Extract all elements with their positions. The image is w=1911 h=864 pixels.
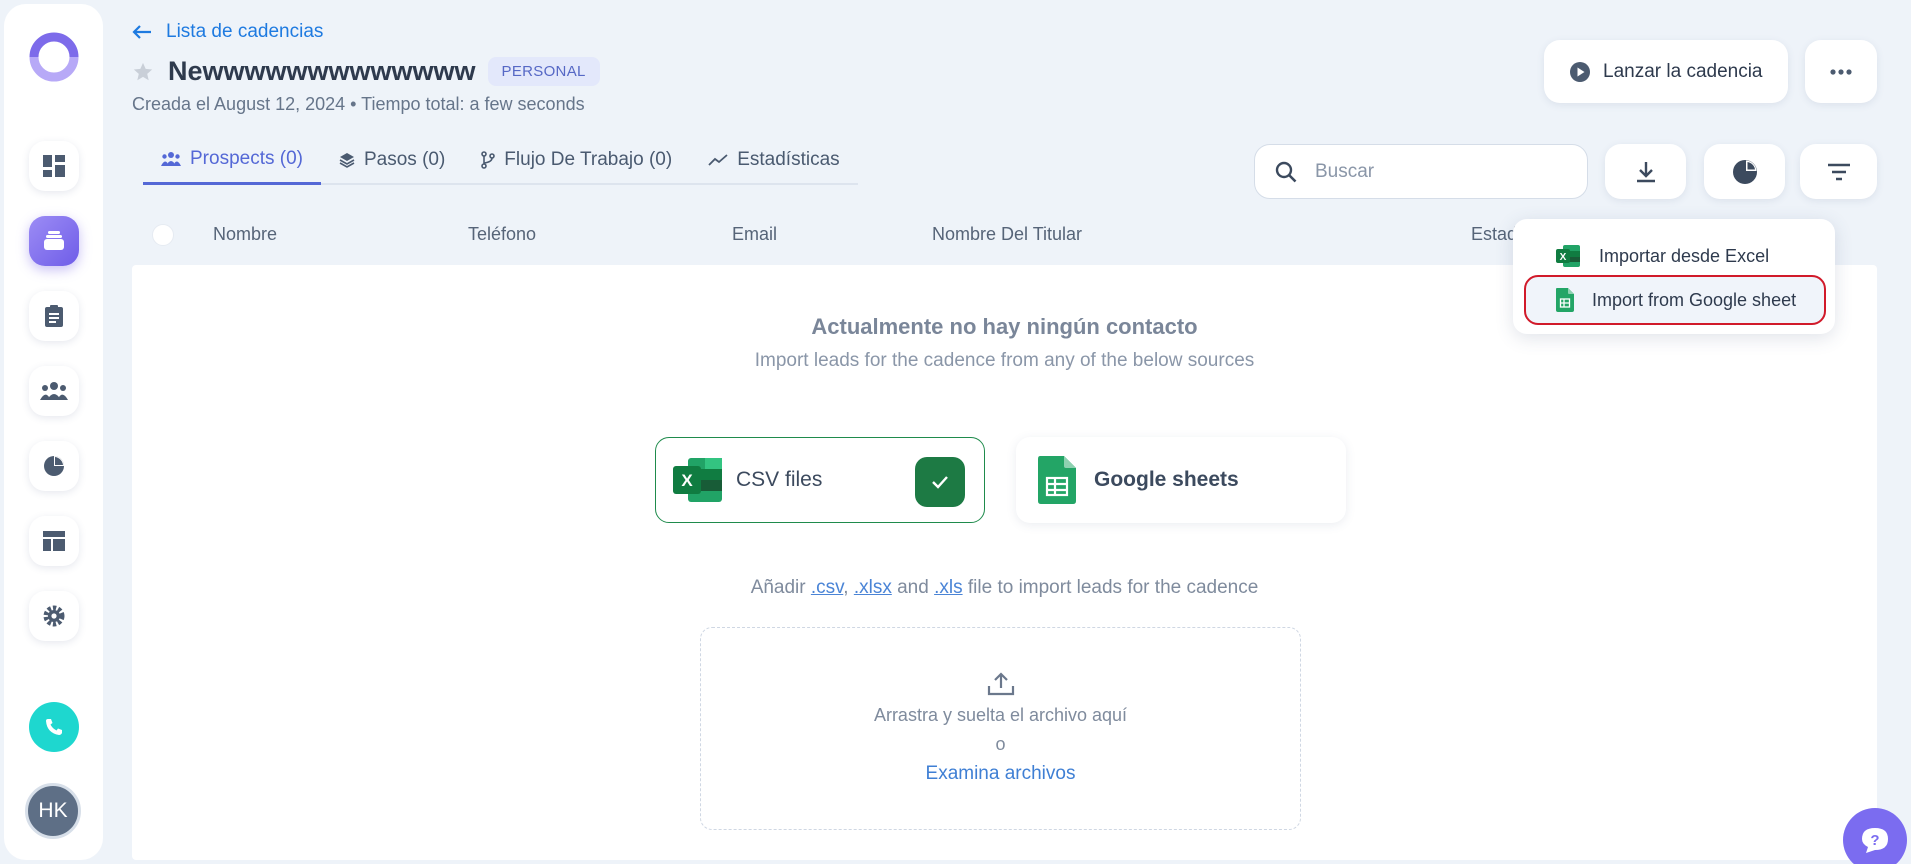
more-options-button[interactable] xyxy=(1805,40,1877,103)
dashboard-icon xyxy=(43,155,65,177)
hint-and: and xyxy=(897,577,929,598)
tab-prospects-label: Prospects (0) xyxy=(190,148,303,169)
call-button[interactable] xyxy=(29,702,79,752)
source-card-google-sheets-label: Google sheets xyxy=(1094,468,1239,491)
launch-cadence-label: Lanzar la cadencia xyxy=(1603,60,1763,82)
tab-steps-label: Pasos (0) xyxy=(363,148,446,170)
hint-prefix: Añadir xyxy=(750,577,806,598)
stats-button[interactable] xyxy=(1704,144,1785,199)
pie-chart-icon xyxy=(1732,159,1757,184)
menu-item-import-google-sheet[interactable]: Import from Google sheet xyxy=(1524,275,1826,325)
clipboard-icon xyxy=(45,305,63,327)
help-button[interactable]: ? xyxy=(1843,808,1907,864)
more-horizontal-icon xyxy=(1830,68,1852,75)
page-subtitle: Creada el August 12, 2024 • Tiempo total… xyxy=(132,94,585,114)
hint-suffix: file to import leads for the cadence xyxy=(967,577,1259,598)
menu-item-import-excel-label: Importar desde Excel xyxy=(1599,245,1770,266)
column-header-owner[interactable]: Nombre Del Titular xyxy=(932,224,1082,245)
ext-csv-link[interactable]: .csv xyxy=(811,577,843,598)
download-icon xyxy=(1636,161,1655,182)
search-box[interactable] xyxy=(1254,144,1588,199)
tab-steps[interactable]: Pasos (0) xyxy=(321,148,463,183)
users-icon xyxy=(161,152,181,166)
svg-text:?: ? xyxy=(1870,832,1879,849)
filter-icon xyxy=(1827,163,1850,180)
tab-statistics[interactable]: Estadísticas xyxy=(690,148,857,183)
ext-xlsx-link[interactable]: .xlsx xyxy=(854,577,892,598)
gear-icon xyxy=(43,605,65,627)
sidebar-item-settings[interactable] xyxy=(29,591,79,641)
pie-chart-icon xyxy=(44,456,64,476)
sidebar-item-cadences[interactable] xyxy=(29,216,79,266)
sidebar: HK xyxy=(4,4,103,860)
select-all-checkbox[interactable] xyxy=(152,224,174,246)
excel-icon: X xyxy=(1556,245,1580,267)
dropzone-or: o xyxy=(995,734,1006,754)
column-header-status[interactable]: Estad xyxy=(1471,224,1517,245)
back-link[interactable]: Lista de cadencias xyxy=(132,21,323,43)
column-header-name[interactable]: Nombre xyxy=(213,224,277,245)
layout-icon xyxy=(43,531,65,551)
avatar[interactable]: HK xyxy=(25,783,81,839)
hint-separator: , xyxy=(843,577,849,598)
menu-item-import-google-sheet-label: Import from Google sheet xyxy=(1592,289,1797,310)
search-input[interactable] xyxy=(1315,160,1535,183)
workflow-icon xyxy=(481,150,496,169)
column-header-phone[interactable]: Teléfono xyxy=(468,224,536,245)
arrow-left-icon xyxy=(132,25,151,39)
sidebar-item-tasks[interactable] xyxy=(29,291,79,341)
title-row: Newwwwwwwwwwwww PERSONAL xyxy=(132,56,600,87)
launch-cadence-button[interactable]: Lanzar la cadencia xyxy=(1544,40,1788,103)
column-header-email[interactable]: Email xyxy=(732,224,777,245)
layers-icon xyxy=(339,152,355,168)
import-menu: X Importar desde Excel Import from Googl… xyxy=(1513,219,1835,334)
svg-text:X: X xyxy=(681,471,693,490)
file-dropzone[interactable]: Arrastra y suelta el archivo aquí o Exam… xyxy=(700,627,1301,830)
svg-text:X: X xyxy=(1560,252,1567,263)
page-title: Newwwwwwwwwwwww xyxy=(168,56,476,86)
selected-check xyxy=(915,457,965,507)
tab-prospects[interactable]: Prospects (0) xyxy=(143,148,321,185)
search-icon xyxy=(1275,161,1297,182)
excel-icon: X xyxy=(673,458,722,502)
file-type-hint: Añadir .csv, .xlsx and .xls file to impo… xyxy=(132,577,1877,599)
stack-icon xyxy=(44,231,64,250)
tab-workflow[interactable]: Flujo De Trabajo (0) xyxy=(463,148,690,183)
menu-item-import-excel[interactable]: X Importar desde Excel xyxy=(1525,234,1825,278)
dropzone-text: Arrastra y suelta el archivo aquí xyxy=(873,705,1128,725)
check-icon xyxy=(932,476,948,489)
star-icon[interactable] xyxy=(132,61,154,83)
upload-icon xyxy=(987,672,1015,696)
back-link-label: Lista de cadencias xyxy=(166,21,324,42)
status-badge: PERSONAL xyxy=(487,57,600,86)
sidebar-item-reports[interactable] xyxy=(29,441,79,491)
google-sheets-icon xyxy=(1556,288,1574,312)
source-card-csv[interactable]: X CSV files xyxy=(655,437,985,523)
people-icon xyxy=(40,382,68,400)
trend-icon xyxy=(708,153,728,166)
download-button[interactable] xyxy=(1605,144,1686,199)
browse-files-link[interactable]: Examina archivos xyxy=(701,763,1300,785)
play-circle-icon xyxy=(1570,61,1590,82)
source-card-google-sheets[interactable]: Google sheets xyxy=(1016,437,1346,523)
phone-icon xyxy=(46,719,62,735)
filter-button[interactable] xyxy=(1800,144,1877,199)
ext-xls-link[interactable]: .xls xyxy=(934,577,963,598)
sidebar-item-templates[interactable] xyxy=(29,516,79,566)
source-card-csv-label: CSV files xyxy=(736,468,823,491)
sidebar-item-people[interactable] xyxy=(29,366,79,416)
content-panel: Actualmente no hay ningún contacto Impor… xyxy=(132,265,1877,860)
tab-statistics-label: Estadísticas xyxy=(737,148,840,170)
app-logo[interactable] xyxy=(28,31,80,83)
google-sheets-icon xyxy=(1038,456,1076,504)
help-chat-icon: ? xyxy=(1862,828,1888,853)
empty-state-subtitle: Import leads for the cadence from any of… xyxy=(754,350,1255,371)
tab-workflow-label: Flujo De Trabajo (0) xyxy=(504,148,673,170)
sidebar-item-dashboard[interactable] xyxy=(29,141,79,191)
tab-bar: Prospects (0) Pasos (0) Flujo De Trabajo… xyxy=(143,148,858,185)
